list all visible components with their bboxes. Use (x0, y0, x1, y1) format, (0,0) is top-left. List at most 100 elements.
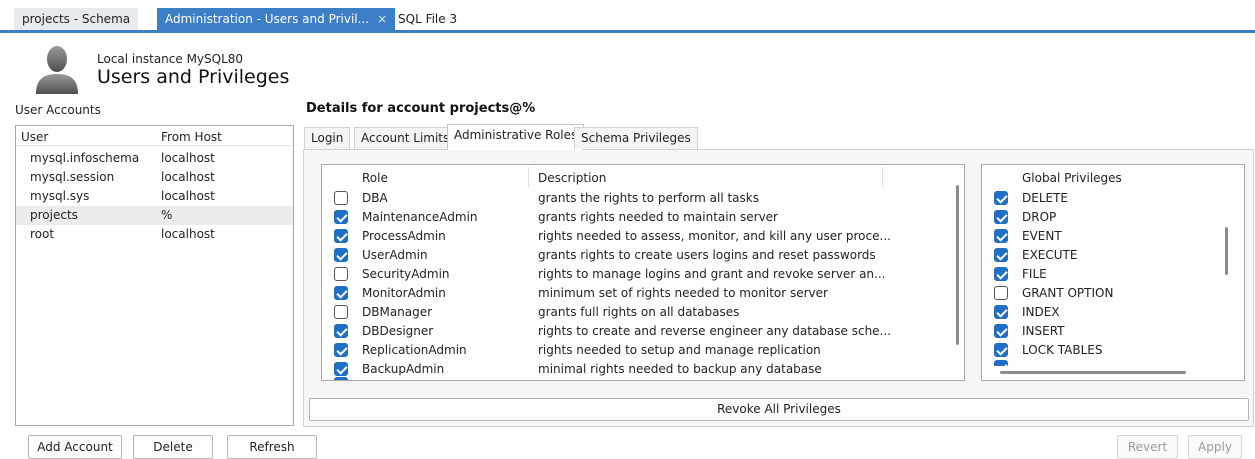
role-row[interactable]: BackupAdmin minimal rights needed to back… (322, 360, 964, 379)
role-checkbox[interactable] (334, 210, 348, 224)
role-description: rights needed to setup and manage replic… (538, 343, 821, 357)
privilege-row[interactable]: DELETE (982, 189, 1244, 208)
tab-administrative-roles[interactable]: Administrative Roles (447, 124, 585, 150)
column-separator (882, 167, 883, 187)
revert-button[interactable]: Revert (1117, 435, 1178, 459)
role-row[interactable]: DBDesigner rights to create and reverse e… (322, 322, 964, 341)
role-name: MaintenanceAdmin (362, 210, 478, 224)
role-row[interactable]: DBA grants the rights to perform all task… (322, 189, 964, 208)
privilege-checkbox[interactable] (994, 229, 1008, 243)
privilege-checkbox[interactable] (994, 191, 1008, 205)
role-checkbox[interactable] (334, 267, 348, 281)
privilege-row[interactable]: DROP (982, 208, 1244, 227)
privilege-checkbox[interactable] (994, 324, 1008, 338)
tab-login[interactable]: Login (304, 127, 351, 149)
role-name: DBManager (362, 305, 433, 319)
privilege-row[interactable]: INSERT (982, 322, 1244, 341)
role-description: rights to create and reverse engineer an… (538, 324, 892, 338)
privilege-name: FILE (1022, 267, 1047, 281)
tab-projects-schema[interactable]: projects - Schema (14, 8, 139, 30)
role-name: BackupAdmin (362, 362, 445, 376)
privileges-horizontal-scrollbar[interactable] (1000, 371, 1186, 374)
global-privileges-list[interactable]: Global Privileges DELETE DROP EVENT EXECUTE… (981, 164, 1245, 381)
close-icon[interactable]: × (377, 12, 387, 26)
roles-list[interactable]: Role Description DBA grants the rights to… (321, 164, 965, 381)
column-separator (528, 167, 529, 187)
privilege-name: LOCK TABLES (1022, 343, 1103, 357)
user-account-row[interactable]: root localhost (16, 225, 293, 244)
user-account-row[interactable]: mysql.infoschema localhost (16, 149, 293, 168)
privilege-row[interactable]: LOCK TABLES (982, 341, 1244, 360)
role-row[interactable]: ReplicationAdmin rights needed to setup a… (322, 341, 964, 360)
privilege-row[interactable]: INDEX (982, 303, 1244, 322)
tab-label: SQL File 3 (398, 12, 458, 26)
role-checkbox[interactable] (334, 191, 348, 205)
role-checkbox[interactable] (334, 362, 348, 376)
role-name: DBA (362, 191, 388, 205)
privilege-checkbox[interactable] (994, 267, 1008, 281)
role-checkbox[interactable] (334, 324, 348, 338)
tab-account-limits[interactable]: Account Limits (354, 127, 457, 149)
column-header-role[interactable]: Role (362, 171, 388, 185)
privilege-checkbox[interactable] (994, 248, 1008, 262)
apply-button[interactable]: Apply (1188, 435, 1242, 459)
privilege-checkbox[interactable] (994, 343, 1008, 357)
user-host: localhost (161, 151, 215, 165)
role-description: rights needed to assess, monitor, and ki… (538, 229, 891, 243)
privilege-name: INSERT (1022, 324, 1065, 338)
column-header-user[interactable]: User (21, 130, 48, 144)
tab-administration-users[interactable]: Administration - Users and Privil... × (157, 8, 396, 30)
role-checkbox[interactable] (334, 248, 348, 262)
privilege-checkbox[interactable] (994, 305, 1008, 319)
user-accounts-list[interactable]: User From Host mysql.infoschema localhost… (15, 125, 294, 426)
role-description: grants rights to create users logins and… (538, 248, 876, 262)
privileges-vertical-scrollbar[interactable] (1225, 227, 1228, 275)
role-checkbox[interactable] (334, 305, 348, 319)
column-header-description[interactable]: Description (538, 171, 606, 185)
role-checkbox[interactable] (334, 286, 348, 300)
privilege-row[interactable]: GRANT OPTION (982, 284, 1244, 303)
tab-schema-privileges[interactable]: Schema Privileges (574, 127, 698, 149)
privilege-row[interactable]: FILE (982, 265, 1244, 284)
role-checkbox[interactable] (334, 343, 348, 357)
roles-vertical-scrollbar[interactable] (956, 185, 959, 345)
role-name: ReplicationAdmin (362, 343, 467, 357)
role-description: rights to manage logins and grant and re… (538, 267, 886, 281)
user-name: mysql.sys (30, 189, 90, 203)
column-header-global-privileges[interactable]: Global Privileges (1022, 171, 1122, 185)
user-name: mysql.infoschema (30, 151, 140, 165)
role-name: UserAdmin (362, 248, 428, 262)
role-description: minimal rights needed to backup any data… (538, 362, 822, 376)
role-row[interactable]: UserAdmin grants rights to create users l… (322, 246, 964, 265)
user-account-row[interactable]: mysql.sys localhost (16, 187, 293, 206)
role-row[interactable]: MaintenanceAdmin grants rights needed to … (322, 208, 964, 227)
page-title: Users and Privileges (97, 66, 290, 88)
role-checkbox-partial[interactable] (334, 377, 348, 380)
role-row[interactable]: DBManager grants full rights on all datab… (322, 303, 964, 322)
user-account-row[interactable]: projects% (16, 206, 293, 225)
privilege-row[interactable]: EVENT (982, 227, 1244, 246)
delete-button[interactable]: Delete (133, 435, 213, 459)
role-row[interactable]: MonitorAdmin minimum set of rights needed… (322, 284, 964, 303)
role-checkbox[interactable] (334, 229, 348, 243)
tab-label: Administration - Users and Privil... (165, 12, 370, 26)
privilege-name: DELETE (1022, 191, 1069, 205)
role-description: minimum set of rights needed to monitor … (538, 286, 828, 300)
column-header-from-host[interactable]: From Host (161, 130, 222, 144)
role-description: grants full rights on all databases (538, 305, 740, 319)
add-account-button[interactable]: Add Account (28, 435, 122, 459)
refresh-button[interactable]: Refresh (227, 435, 317, 459)
instance-name: Local instance MySQL80 (97, 52, 244, 66)
role-name: MonitorAdmin (362, 286, 446, 300)
privilege-checkbox[interactable] (994, 286, 1008, 300)
privilege-checkbox-partial[interactable] (994, 360, 1008, 366)
user-host: localhost (161, 189, 215, 203)
user-account-row[interactable]: mysql.session localhost (16, 168, 293, 187)
privilege-name: EXECUTE (1022, 248, 1078, 262)
role-row[interactable]: ProcessAdmin rights needed to assess, mon… (322, 227, 964, 246)
role-row[interactable]: SecurityAdmin rights to manage logins and… (322, 265, 964, 284)
tab-sql-file-3[interactable]: SQL File 3 (390, 8, 465, 30)
privilege-row[interactable]: EXECUTE (982, 246, 1244, 265)
revoke-all-privileges-button[interactable]: Revoke All Privileges (309, 398, 1249, 421)
privilege-checkbox[interactable] (994, 210, 1008, 224)
